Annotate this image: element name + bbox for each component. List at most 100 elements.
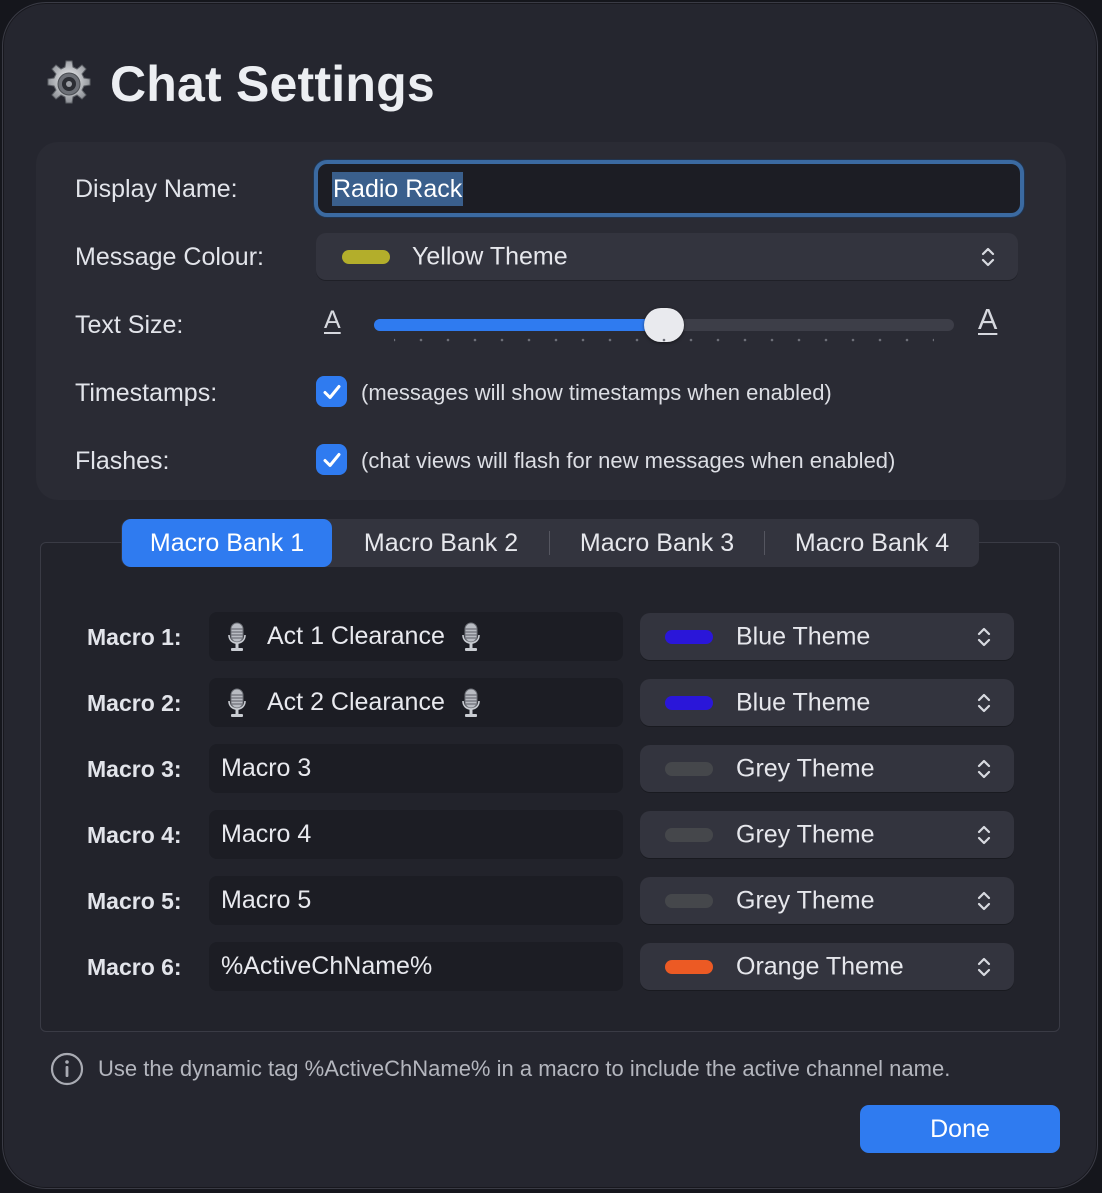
microphone-icon (462, 622, 480, 651)
macro-6-theme-select[interactable]: Orange Theme (640, 943, 1014, 990)
done-button[interactable]: Done (860, 1105, 1060, 1153)
tab-macro-bank-2[interactable]: Macro Bank 2 (341, 519, 541, 567)
slider-tick (473, 338, 477, 342)
theme-value: Orange Theme (736, 952, 904, 980)
macro-value: %ActiveChName% (221, 952, 433, 980)
checkmark-icon (323, 384, 340, 399)
macro-4-field[interactable]: Macro 4 (209, 810, 623, 859)
colour-swatch (342, 249, 390, 264)
slider-tick (554, 338, 558, 342)
macro-3-theme-select[interactable]: Grey Theme (640, 745, 1014, 792)
macro-label: Macro 4: (87, 822, 182, 848)
slider-tick (394, 338, 396, 342)
gear-icon (47, 60, 91, 104)
slider-tick (716, 338, 720, 342)
small-text-icon: A (324, 306, 341, 334)
macro-value: Act 1 Clearance (267, 622, 445, 650)
chevron-up-down-icon (977, 693, 991, 712)
macro-bank-tabs: Macro Bank 1 Macro Bank 2 Macro Bank 3 M… (121, 519, 979, 567)
slider-tick (419, 338, 423, 342)
large-text-icon: A (978, 304, 998, 336)
macro-value: Act 2 Clearance (267, 688, 445, 716)
page-title: Chat Settings (110, 56, 435, 112)
message-colour-value: Yellow Theme (412, 242, 568, 270)
macro-label: Macro 3: (87, 756, 182, 782)
theme-swatch (665, 761, 713, 776)
tab-macro-bank-4[interactable]: Macro Bank 4 (772, 519, 972, 567)
checkmark-icon (323, 452, 340, 467)
display-name-value: Radio Rack (332, 171, 464, 206)
slider-tick (608, 338, 612, 342)
slider-tick (689, 338, 693, 342)
slider-fill (374, 319, 664, 331)
chevron-up-down-icon (981, 247, 995, 266)
chevron-up-down-icon (977, 825, 991, 844)
chevron-up-down-icon (977, 891, 991, 910)
theme-swatch (665, 827, 713, 842)
slider-tick (797, 338, 801, 342)
slider-tick (878, 338, 882, 342)
macro-label: Macro 5: (87, 888, 182, 914)
macro-2-field[interactable]: Act 2 Clearance (209, 678, 623, 727)
slider-tick (635, 338, 639, 342)
slider-tick (446, 338, 450, 342)
slider-tick (824, 338, 828, 342)
flashes-label: Flashes: (75, 447, 170, 475)
macro-1-theme-select[interactable]: Blue Theme (640, 613, 1014, 660)
macro-value: Macro 4 (221, 820, 312, 848)
macro-value: Macro 5 (221, 886, 312, 914)
flashes-checkbox[interactable] (316, 444, 347, 475)
slider-tick (581, 338, 585, 342)
microphone-icon (228, 622, 246, 651)
macro-3-field[interactable]: Macro 3 (209, 744, 623, 793)
theme-swatch (665, 629, 713, 644)
macro-2-theme-select[interactable]: Blue Theme (640, 679, 1014, 726)
slider-tick (500, 338, 504, 342)
microphone-icon (462, 688, 480, 717)
slider-tick (851, 338, 855, 342)
text-size-label: Text Size: (75, 311, 184, 339)
theme-value: Grey Theme (736, 886, 875, 914)
macro-1-field[interactable]: Act 1 Clearance (209, 612, 623, 661)
display-name-field[interactable]: Radio Rack (314, 160, 1024, 217)
theme-value: Blue Theme (736, 688, 871, 716)
tab-macro-bank-3[interactable]: Macro Bank 3 (557, 519, 757, 567)
theme-value: Blue Theme (736, 622, 871, 650)
slider-ticks (394, 338, 934, 342)
macro-5-theme-select[interactable]: Grey Theme (640, 877, 1014, 924)
info-row: Use the dynamic tag %ActiveChName% in a … (50, 1052, 950, 1086)
microphone-icon (228, 688, 246, 717)
macro-value: Macro 3 (221, 754, 312, 782)
slider-knob[interactable] (644, 308, 684, 342)
macro-label: Macro 2: (87, 690, 182, 716)
tab-separator (549, 531, 550, 555)
display-name-label: Display Name: (75, 175, 238, 203)
message-colour-select[interactable]: Yellow Theme (316, 233, 1018, 280)
flashes-hint: (chat views will flash for new messages … (361, 448, 896, 473)
theme-swatch (665, 893, 713, 908)
slider-tick (662, 338, 666, 342)
timestamps-label: Timestamps: (75, 379, 218, 407)
macro-label: Macro 1: (87, 624, 182, 650)
message-colour-label: Message Colour: (75, 243, 264, 271)
slider-tick (743, 338, 747, 342)
chevron-up-down-icon (977, 957, 991, 976)
info-text: Use the dynamic tag %ActiveChName% in a … (98, 1056, 951, 1081)
timestamps-hint: (messages will show timestamps when enab… (361, 380, 832, 405)
info-icon (50, 1052, 84, 1086)
macro-4-theme-select[interactable]: Grey Theme (640, 811, 1014, 858)
tab-macro-bank-1[interactable]: Macro Bank 1 (122, 519, 332, 567)
macro-label: Macro 6: (87, 954, 182, 980)
timestamps-checkbox[interactable] (316, 376, 347, 407)
theme-value: Grey Theme (736, 820, 875, 848)
macro-5-field[interactable]: Macro 5 (209, 876, 623, 925)
chevron-up-down-icon (977, 759, 991, 778)
slider-tick (932, 338, 934, 342)
chevron-up-down-icon (977, 627, 991, 646)
macro-6-field[interactable]: %ActiveChName% (209, 942, 623, 991)
title-row: Chat Settings (44, 52, 435, 116)
slider-tick (770, 338, 774, 342)
theme-value: Grey Theme (736, 754, 875, 782)
slider-tick (527, 338, 531, 342)
theme-swatch (665, 695, 713, 710)
